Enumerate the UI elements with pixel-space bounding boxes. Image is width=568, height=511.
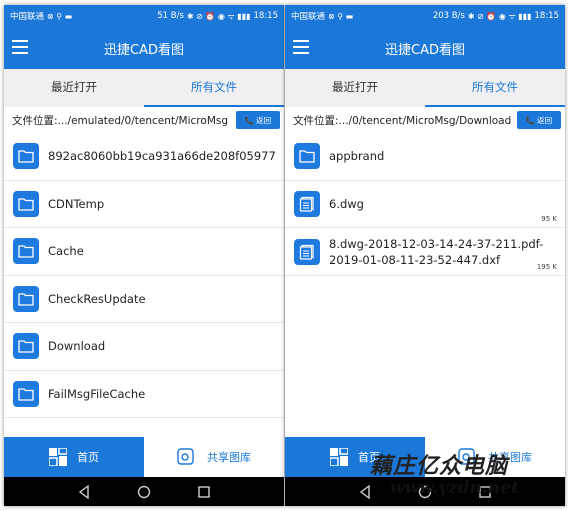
- status-icons: ✱ ⊘ ⏰ ◉ ᯤ ▮▮▮: [467, 11, 532, 21]
- folder-icon: [13, 333, 39, 360]
- list-item[interactable]: appbrand: [285, 133, 565, 181]
- right-screen: 中国联通 ⊗ ⚲ ▬ 203 B/s ✱ ⊘ ⏰ ◉ ᯤ ▮▮▮ 18:15 迅…: [285, 5, 565, 506]
- folder-icon: [13, 238, 39, 265]
- folder-icon: [13, 190, 39, 217]
- tab-recent[interactable]: 最近打开: [4, 69, 144, 107]
- phone-back-icon: 📞: [244, 115, 255, 125]
- left-screen: 中国联通 ⊗ ⚲ ▬ 51 B/s ✱ ⊘ ⏰ ◉ ᯤ ▮▮▮ 18:15 迅捷…: [4, 5, 284, 506]
- list-item[interactable]: CheckResUpdate: [4, 276, 284, 323]
- bottom-nav: 首页 共享图库: [4, 437, 284, 477]
- path-bar: 文件位置:.../emulated/0/tencent/MicroMsg 📞 返…: [4, 107, 284, 133]
- item-name: FailMsgFileCache: [48, 386, 146, 401]
- status-bar: 中国联通 ⊗ ⚲ ▬ 51 B/s ✱ ⊘ ⏰ ◉ ᯤ ▮▮▮ 18:15: [4, 5, 284, 27]
- item-name: 6.dwg: [329, 196, 364, 211]
- bottom-nav: 首页 共享图库: [285, 437, 565, 477]
- network-speed: 51 B/s: [157, 11, 184, 21]
- item-name: 8.dwg-2018-12-03-14-24-37-211.pdf-2019-0…: [329, 236, 544, 267]
- tab-bar: 最近打开 所有文件: [285, 69, 565, 107]
- folder-icon: [13, 285, 39, 312]
- app-title: 迅捷CAD看图: [385, 43, 465, 58]
- home-circle-icon[interactable]: [137, 485, 151, 499]
- clock-text: 18:15: [534, 11, 560, 21]
- list-item[interactable]: FailMsgFileCache: [4, 371, 284, 418]
- nav-home-button[interactable]: 首页: [285, 437, 425, 477]
- phone-back-icon: 📞: [525, 115, 536, 125]
- file-icon: [294, 238, 320, 265]
- nav-share-button[interactable]: 共享图库: [144, 437, 284, 477]
- clock-text: 18:15: [253, 11, 279, 21]
- home-circle-icon[interactable]: [418, 485, 432, 499]
- back-button[interactable]: 📞 返回: [517, 111, 561, 129]
- nav-share-label: 共享图库: [207, 451, 251, 464]
- item-name: Cache: [48, 244, 84, 259]
- recents-square-icon[interactable]: [478, 485, 492, 499]
- recents-square-icon[interactable]: [197, 485, 211, 499]
- back-label: 返回: [256, 115, 272, 125]
- grid-icon: [330, 448, 348, 466]
- back-label: 返回: [537, 115, 553, 125]
- tab-recent[interactable]: 最近打开: [285, 69, 425, 107]
- nav-share-button[interactable]: 共享图库: [425, 437, 565, 477]
- carrier-text: 中国联通: [10, 12, 45, 22]
- app-header: 迅捷CAD看图: [4, 27, 284, 69]
- list-item[interactable]: CDNTemp: [4, 181, 284, 228]
- file-size: 95 K: [541, 215, 557, 223]
- path-bar: 文件位置:.../0/tencent/MicroMsg/Download 📞 返…: [285, 107, 565, 133]
- system-nav-bar: [4, 477, 284, 506]
- carrier-text: 中国联通: [291, 12, 326, 22]
- back-triangle-icon[interactable]: [358, 484, 372, 499]
- back-button[interactable]: 📞 返回: [236, 111, 280, 129]
- item-name: Download: [48, 339, 106, 354]
- list-item[interactable]: 892ac8060bb19ca931a66de208f05977: [4, 133, 284, 181]
- nav-home-label: 首页: [358, 451, 380, 464]
- list-item[interactable]: 8.dwg-2018-12-03-14-24-37-211.pdf-2019-0…: [285, 228, 565, 276]
- status-bar: 中国联通 ⊗ ⚲ ▬ 203 B/s ✱ ⊘ ⏰ ◉ ᯤ ▮▮▮ 18:15: [285, 5, 565, 27]
- folder-icon: [13, 143, 39, 170]
- file-size: 195 K: [536, 263, 557, 271]
- file-path: 文件位置:.../emulated/0/tencent/MicroMsg: [12, 114, 229, 127]
- list-item[interactable]: Cache: [4, 228, 284, 276]
- app-title: 迅捷CAD看图: [104, 43, 184, 58]
- system-nav-bar: [285, 477, 565, 506]
- grid-icon: [49, 448, 67, 466]
- share-library-icon: [458, 448, 475, 465]
- nav-home-button[interactable]: 首页: [4, 437, 144, 477]
- tab-all-files[interactable]: 所有文件: [144, 69, 284, 107]
- folder-icon: [294, 143, 320, 170]
- item-name: CDNTemp: [48, 196, 105, 211]
- nav-share-label: 共享图库: [488, 451, 532, 464]
- list-item[interactable]: Download: [4, 323, 284, 371]
- app-header: 迅捷CAD看图: [285, 27, 565, 69]
- item-name: 892ac8060bb19ca931a66de208f05977: [48, 149, 276, 164]
- file-path: 文件位置:.../0/tencent/MicroMsg/Download: [293, 114, 512, 127]
- folder-icon: [13, 380, 39, 407]
- network-speed: 203 B/s: [432, 11, 465, 21]
- notification-icons: ⊗ ⚲ ▬: [328, 11, 354, 21]
- nav-home-label: 首页: [77, 451, 99, 464]
- share-library-icon: [177, 448, 194, 465]
- list-item[interactable]: 6.dwg 95 K: [285, 181, 565, 228]
- notification-icons: ⊗ ⚲ ▬: [47, 11, 73, 21]
- item-name: appbrand: [329, 149, 385, 164]
- item-name: CheckResUpdate: [48, 291, 146, 306]
- back-triangle-icon[interactable]: [77, 484, 91, 499]
- file-list: appbrand 6.dwg 95 K 8.dwg-2018-12-03-14-…: [285, 133, 565, 437]
- tab-all-files[interactable]: 所有文件: [425, 69, 565, 107]
- tab-bar: 最近打开 所有文件: [4, 69, 284, 107]
- file-list: 892ac8060bb19ca931a66de208f05977 CDNTemp…: [4, 133, 284, 437]
- file-icon: [294, 190, 320, 217]
- status-icons: ✱ ⊘ ⏰ ◉ ᯤ ▮▮▮: [186, 11, 251, 21]
